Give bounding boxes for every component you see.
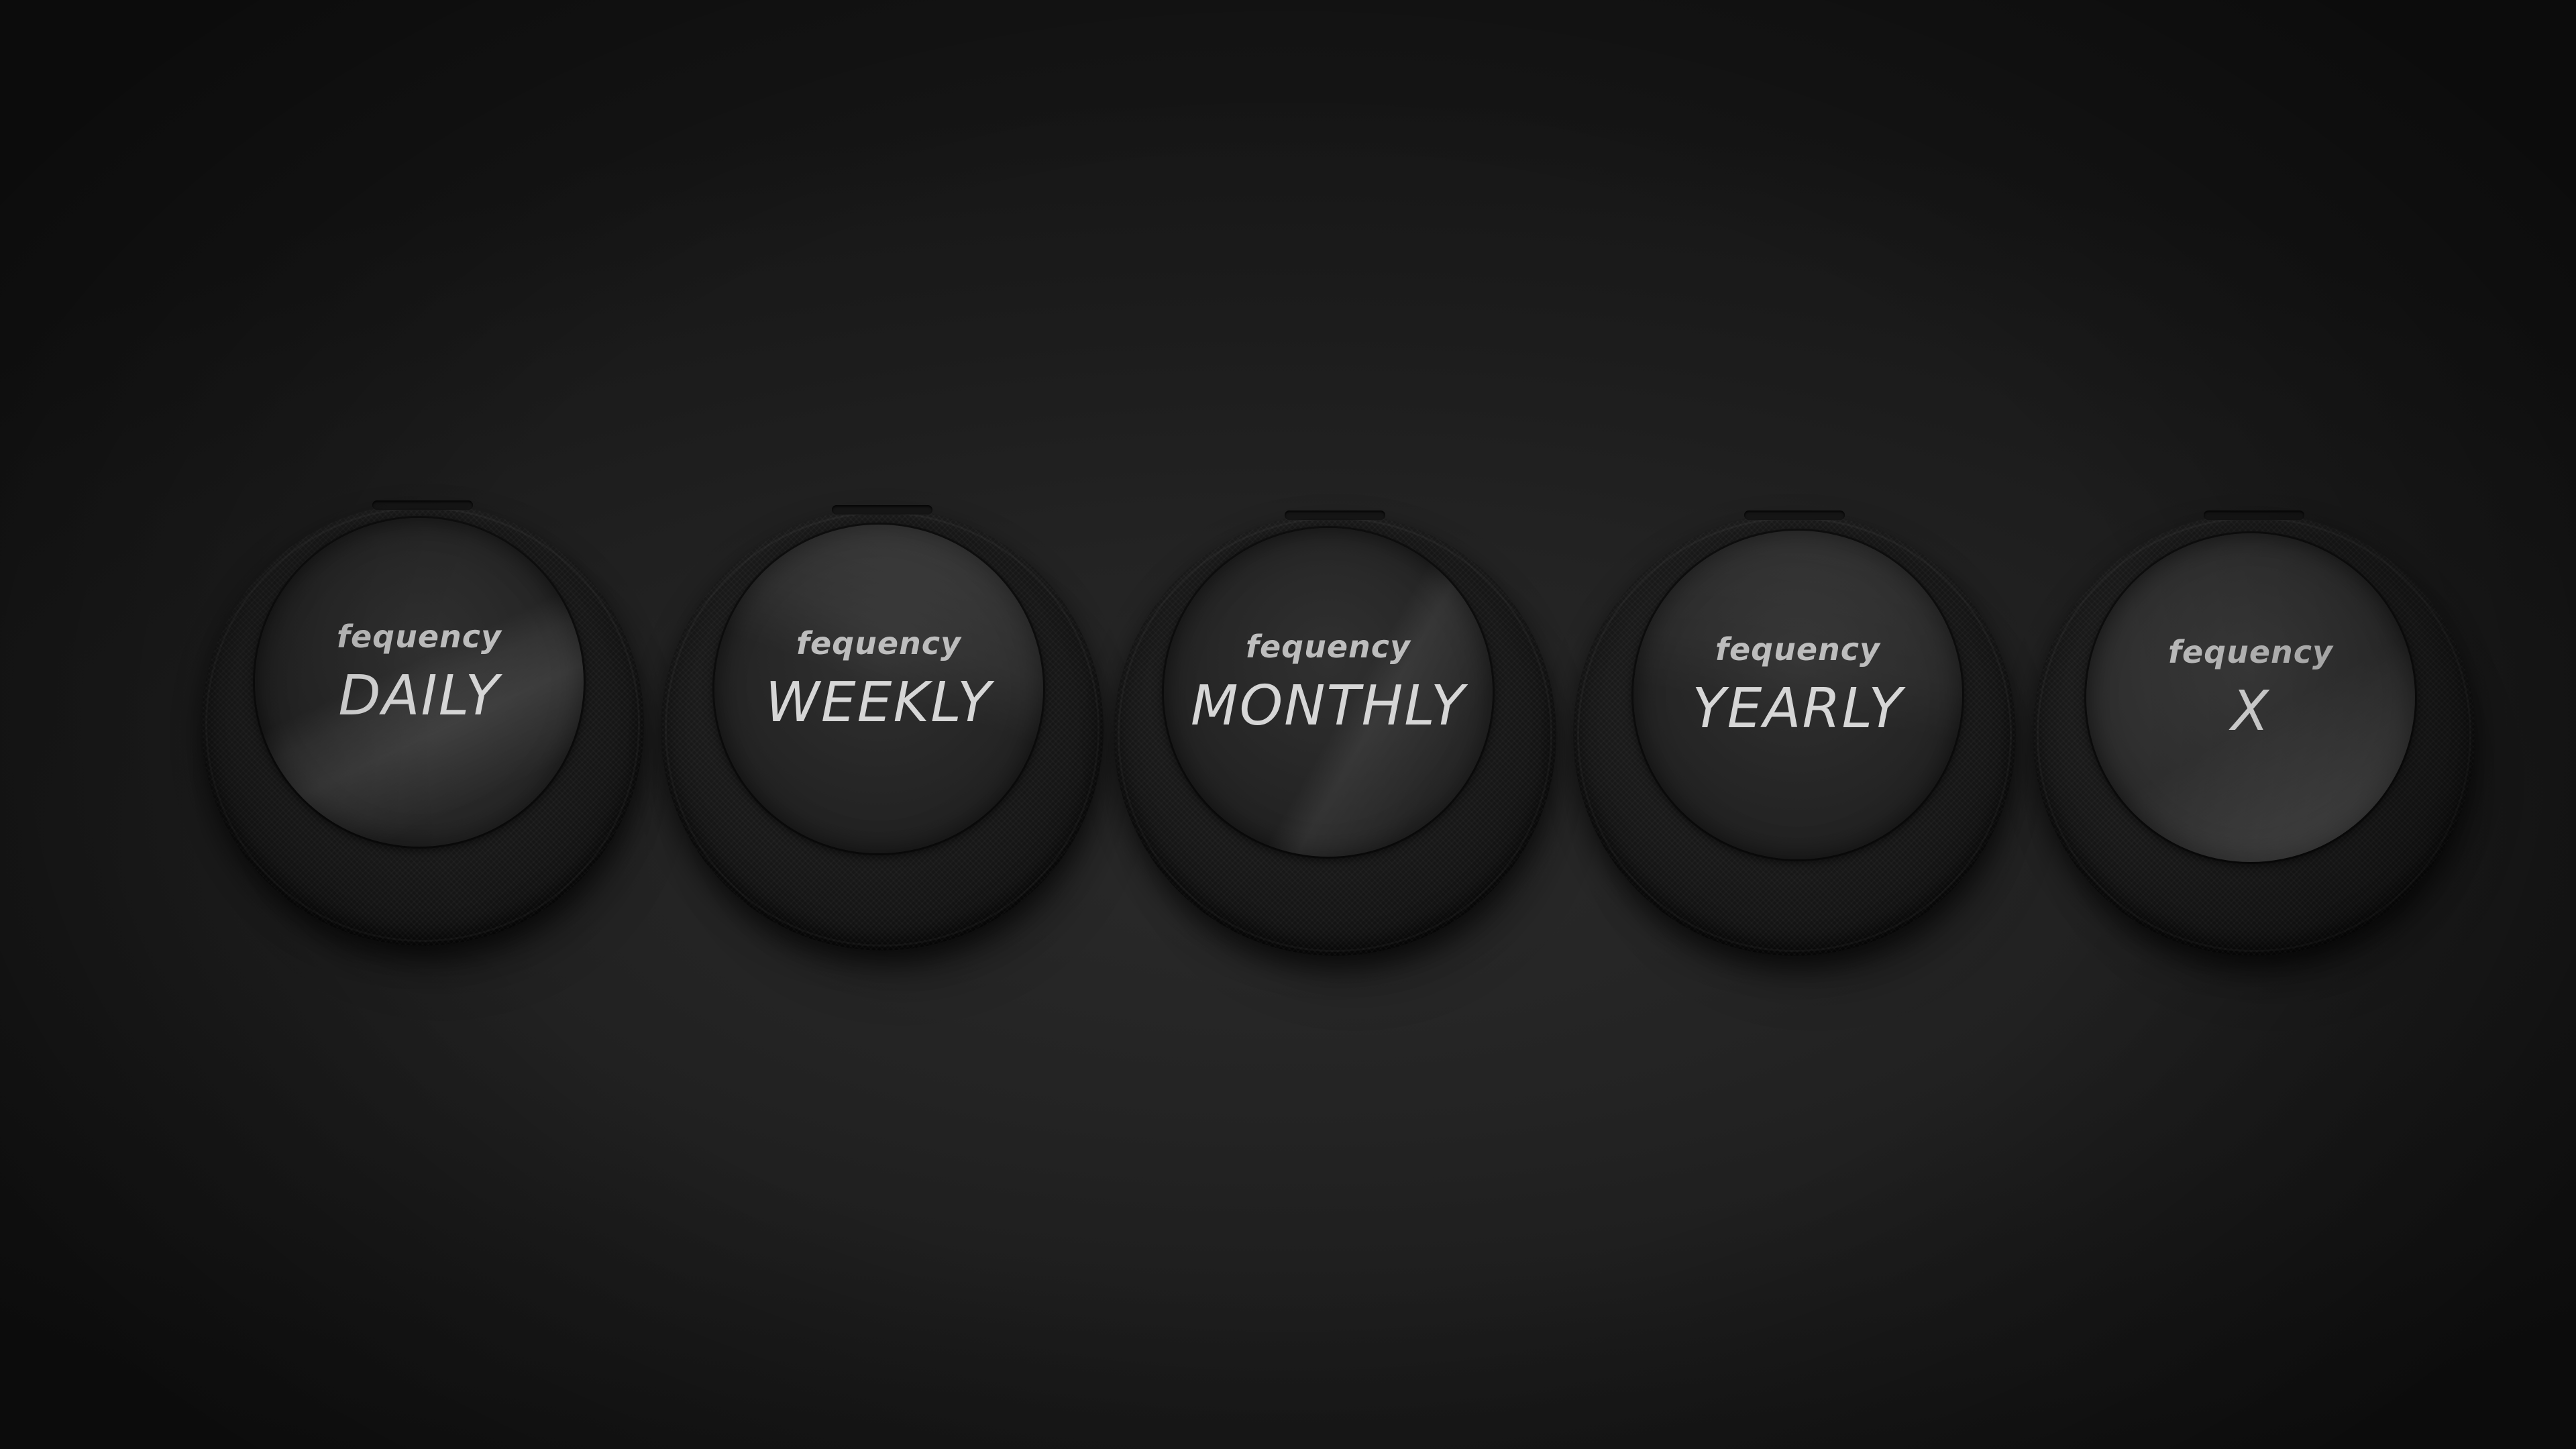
frequency-device-daily: fequency DAILY [201, 500, 664, 993]
frequency-device-monthly: fequency MONTHLY [1114, 511, 1576, 1003]
brand-label: fequency [336, 619, 502, 655]
mode-label: X [2231, 680, 2271, 743]
mode-label: YEARLY [1692, 677, 1904, 741]
mode-label: WEEKLY [765, 671, 993, 735]
device-notch [372, 500, 473, 510]
device-screen: fequency X [2086, 533, 2415, 862]
device-screen: fequency YEARLY [1633, 531, 1962, 859]
device-screen: fequency MONTHLY [1164, 528, 1493, 857]
brand-label: fequency [1715, 631, 1881, 667]
mode-label: DAILY [338, 664, 500, 728]
brand-label: fequency [2167, 634, 2334, 670]
brand-label: fequency [1245, 629, 1411, 665]
device-screen: fequency DAILY [255, 518, 584, 847]
device-notch [832, 505, 932, 515]
device-notch [1285, 511, 1385, 520]
device-screen: fequency WEEKLY [714, 525, 1043, 853]
frequency-device-weekly: fequency WEEKLY [661, 505, 1124, 998]
device-notch [2204, 511, 2304, 520]
frequency-device-yearly: fequency YEARLY [1573, 511, 2036, 1003]
frequency-device-x: fequency X [2033, 511, 2496, 1003]
brand-label: fequency [796, 625, 962, 661]
device-notch [1744, 511, 1845, 520]
mode-label: MONTHLY [1190, 674, 1466, 738]
product-photo-scene: fequency DAILY fequency WEEKLY fequency … [0, 0, 2576, 1449]
